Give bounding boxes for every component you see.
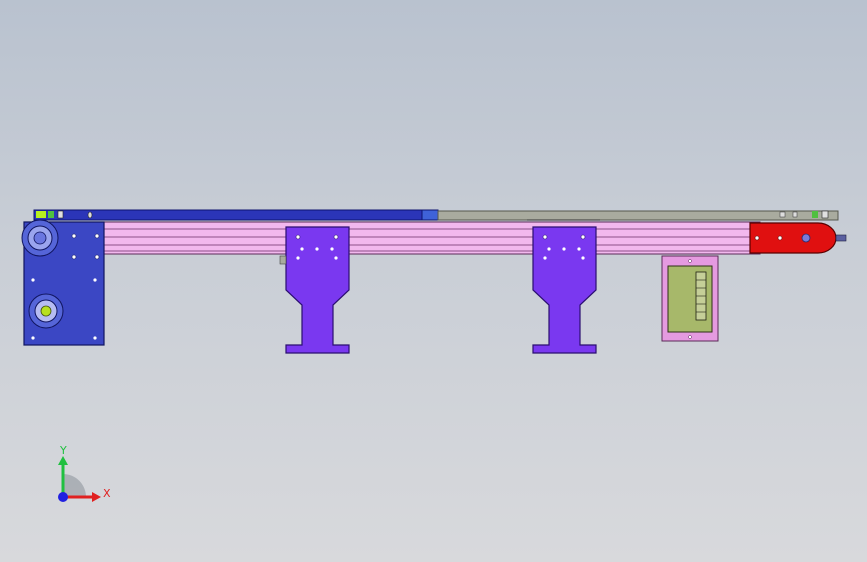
coordinate-triad: Y X: [58, 444, 111, 502]
support-bracket-2[interactable]: [532, 226, 597, 354]
conveyor-belt[interactable]: [99, 221, 761, 255]
cad-model-view[interactable]: Y X: [0, 0, 867, 562]
y-axis-label: Y: [59, 444, 67, 457]
z-axis-dot: [58, 492, 68, 502]
end-cap[interactable]: [749, 222, 847, 254]
top-rail[interactable]: [33, 209, 839, 221]
graphics-viewport[interactable]: Y X: [0, 0, 867, 562]
support-bracket-1[interactable]: [279, 226, 350, 354]
control-box[interactable]: [661, 255, 719, 342]
drive-plate[interactable]: [21, 219, 105, 346]
x-axis-label: X: [103, 487, 111, 500]
